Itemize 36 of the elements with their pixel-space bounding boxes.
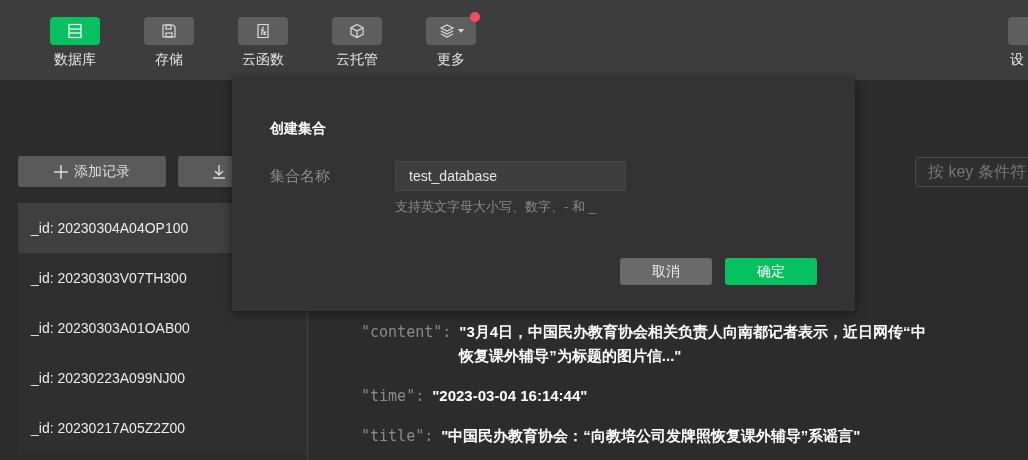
toolbar-label: 云托管 (336, 50, 378, 68)
cancel-button[interactable]: 取消 (620, 258, 712, 285)
toolbar-label: 更多 (437, 50, 465, 68)
field-value: "3月4日，中国民办教育协会相关负责人向南都记者表示，近日网传“中 (459, 322, 926, 342)
toolbar-button[interactable] (238, 17, 288, 45)
record-item[interactable]: _id: 20230217A05Z2Z00 (18, 403, 307, 453)
field-label: 集合名称 (270, 166, 331, 186)
add-record-button[interactable]: 添加记录 (18, 156, 166, 187)
toolbar-button[interactable] (50, 17, 100, 45)
database-icon (67, 23, 83, 39)
record-item[interactable]: _id: 20230303A01OAB00 (18, 303, 307, 353)
plus-icon (54, 164, 68, 179)
toolbar-button[interactable] (332, 17, 382, 45)
toolbar-label: 云函数 (242, 50, 284, 68)
field-key: "title": (361, 424, 434, 448)
toolbar-button[interactable] (426, 17, 476, 45)
field-value: 恢复课外辅导”为标题的图片信..." (459, 346, 683, 366)
field-value: "中国民办教育协会：“向教培公司发牌照恢复课外辅导”系谣言" (441, 426, 861, 446)
save-icon (161, 23, 177, 39)
record-item[interactable]: _id: 20230223A099NJ00 (18, 353, 307, 403)
collection-name-field[interactable]: test_database (395, 161, 626, 191)
caret-icon (457, 29, 464, 33)
field-key: "time": (361, 384, 425, 408)
function-icon (255, 23, 271, 39)
toolbar-label: 数据库 (54, 50, 96, 68)
toolbar-button[interactable] (144, 17, 194, 45)
hint-text: 支持英文字母大小写、数字、- 和 _ (395, 198, 597, 216)
cube-icon (349, 23, 365, 39)
layers-icon (438, 23, 455, 39)
download-icon (212, 164, 226, 179)
field-value: "2023-03-04 16:14:44" (432, 386, 588, 406)
filter-field[interactable]: 按 key 条件符 (915, 157, 1028, 187)
toolbar-label: 存储 (155, 50, 183, 68)
toolbar-label: 设 (1010, 50, 1024, 68)
field-key: "content": (361, 320, 452, 368)
dialog-title: 创建集合 (270, 119, 327, 138)
